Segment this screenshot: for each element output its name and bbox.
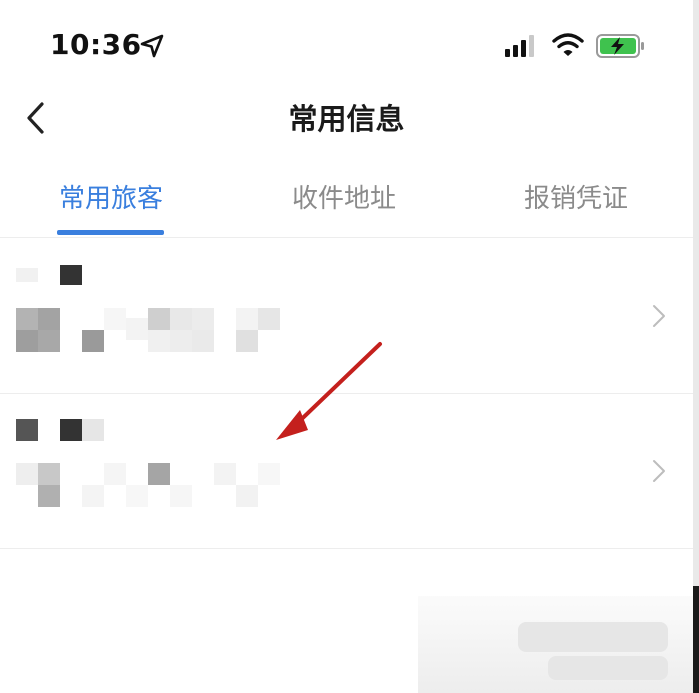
- redacted-id-block: [16, 463, 38, 485]
- redacted-id-block: [16, 308, 38, 330]
- redacted-id-block: [148, 463, 170, 485]
- tab-reimbursement-voucher[interactable]: 报销凭证: [521, 178, 631, 215]
- redacted-id-block: [170, 308, 192, 330]
- redacted-id-block: [236, 485, 258, 507]
- redacted-name-block: [60, 265, 82, 285]
- redacted-id-block: [38, 463, 60, 485]
- redacted-id-block: [236, 330, 258, 352]
- redacted-id-block: [236, 308, 258, 330]
- redacted-id-block: [148, 308, 170, 330]
- active-tab-indicator: [57, 230, 164, 235]
- redacted-id-block: [82, 485, 104, 507]
- redacted-id-block: [16, 330, 38, 352]
- status-time: 10:36: [50, 28, 142, 61]
- redacted-id-block: [38, 485, 60, 507]
- redacted-id-block: [214, 463, 236, 485]
- redacted-id-block: [104, 308, 126, 330]
- redacted-id-block: [148, 330, 170, 352]
- redacted-id-block: [192, 330, 214, 352]
- redacted-id-block: [38, 330, 60, 352]
- redacted-id-block: [170, 485, 192, 507]
- chevron-right-icon: [653, 460, 665, 482]
- watermark: [418, 596, 693, 693]
- redacted-id-block: [192, 308, 214, 330]
- annotation-arrow-icon: [276, 342, 382, 440]
- tab-shipping-address[interactable]: 收件地址: [289, 178, 399, 215]
- redacted-name-block: [16, 268, 38, 282]
- redacted-id-block: [38, 308, 60, 330]
- list-divider: [0, 548, 693, 549]
- redacted-id-block: [82, 330, 104, 352]
- redacted-id-block: [258, 463, 280, 485]
- redacted-name-block: [16, 419, 38, 441]
- redacted-id-block: [126, 318, 148, 340]
- redacted-id-block: [170, 330, 192, 352]
- page: 10:36 常用信息 常用旅客 收件地址 报销凭证: [0, 0, 699, 693]
- redacted-name-block: [60, 419, 82, 441]
- window-edge-dark: [693, 586, 699, 693]
- tab-bar: 常用旅客 收件地址 报销凭证: [0, 168, 693, 238]
- watermark-blur: [548, 656, 668, 680]
- signal-icon: [505, 35, 534, 57]
- window-edge: [693, 0, 699, 586]
- status-bar: 10:36: [0, 0, 693, 90]
- watermark-blur: [518, 622, 668, 652]
- redacted-id-block: [126, 485, 148, 507]
- redacted-id-block: [104, 463, 126, 485]
- location-arrow-icon: [140, 34, 164, 58]
- page-title: 常用信息: [288, 102, 405, 136]
- wifi-icon: [552, 33, 584, 56]
- chevron-right-icon: [653, 305, 665, 327]
- battery-charging-icon: [596, 34, 644, 58]
- tab-frequent-travelers[interactable]: 常用旅客: [56, 178, 166, 215]
- redacted-id-block: [258, 308, 280, 330]
- redacted-name-block: [82, 419, 104, 441]
